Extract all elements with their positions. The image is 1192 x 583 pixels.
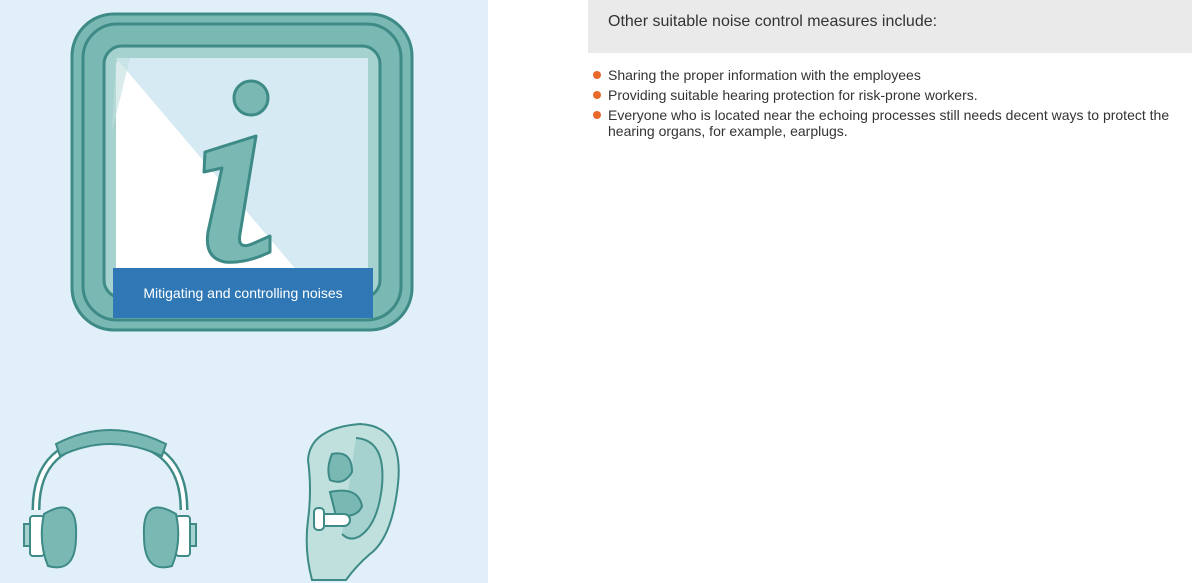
section-heading: Other suitable noise control measures in… bbox=[588, 0, 1192, 53]
list-item: Sharing the proper information with the … bbox=[588, 67, 1188, 83]
list-item: Everyone who is located near the echoing… bbox=[588, 107, 1188, 139]
illustration-panel: Mitigating and controlling noises bbox=[0, 0, 488, 583]
measures-list: Sharing the proper information with the … bbox=[588, 67, 1188, 143]
info-card-label: Mitigating and controlling noises bbox=[113, 268, 373, 318]
bullet-icon bbox=[593, 71, 601, 79]
bullet-icon bbox=[593, 91, 601, 99]
list-item-text: Everyone who is located near the echoing… bbox=[608, 107, 1170, 139]
headphones-icon bbox=[23, 429, 197, 569]
list-item-text: Providing suitable hearing protection fo… bbox=[608, 87, 978, 103]
content-panel: Other suitable noise control measures in… bbox=[588, 0, 1192, 583]
list-item: Providing suitable hearing protection fo… bbox=[588, 87, 1188, 103]
list-item-text: Sharing the proper information with the … bbox=[608, 67, 921, 83]
ear-with-earplug-icon bbox=[305, 422, 400, 581]
bullet-icon bbox=[593, 111, 601, 119]
